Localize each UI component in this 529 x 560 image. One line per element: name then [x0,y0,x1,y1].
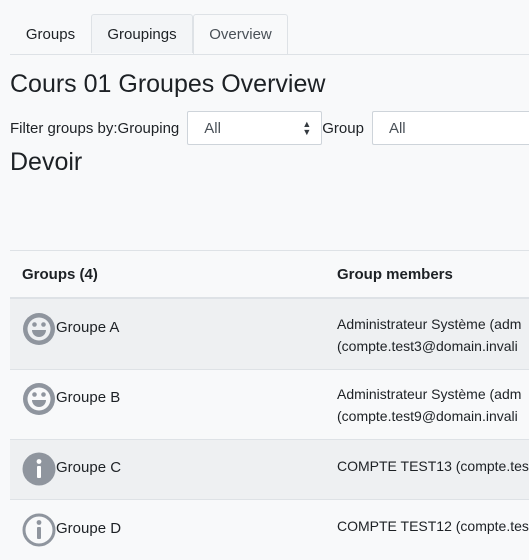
table-row: Groupe A Administrateur Système (adm (co… [10,299,529,370]
table-row: Groupe B Administrateur Système (adm (co… [10,370,529,440]
tab-overview-label: Overview [209,26,272,43]
header-groups: Groups (4) [22,265,98,283]
group-select-value: All [388,119,406,137]
group-name[interactable]: Groupe A [56,319,119,336]
grouping-select[interactable]: All ▲ ▼ [187,111,323,145]
page-title: Cours 01 Groupes Overview [10,70,326,98]
tab-groupings-label: Groupings [107,25,177,43]
member-line: (compte.test3@domain.invali [337,338,518,354]
member-line: (compte.test9@domain.invali [337,408,518,424]
section-title: Devoir [10,148,83,176]
grouping-select-value: All [204,119,221,137]
smiley-icon [23,383,55,415]
member-line: Administrateur Système (adm [337,386,522,402]
tab-groups[interactable]: Groups [10,14,91,53]
info-filled-icon [22,452,56,486]
group-name[interactable]: Groupe C [56,459,121,476]
select-arrows-icon: ▲ ▼ [302,119,312,137]
group-members: Administrateur Système (adm (compte.test… [337,313,529,357]
group-members: COMPTE TEST13 (compte.tes [337,455,529,477]
table-header: Groups (4) Group members [10,251,529,299]
tab-groups-label: Groups [25,25,76,43]
info-outline-icon [22,513,56,547]
group-select[interactable]: All [371,111,529,145]
member-line: COMPTE TEST13 (compte.tes [337,458,529,474]
tab-bar: Groups Groupings Overview [10,14,529,55]
header-members: Group members [337,265,453,283]
tab-overview[interactable]: Overview [193,14,288,54]
table-row: Groupe D COMPTE TEST12 (compte.tes [10,500,529,560]
member-line: Administrateur Système (adm [337,316,522,332]
tab-groupings[interactable]: Groupings [91,14,193,53]
filter-row: Filter groups by:Grouping All ▲ ▼ Group A… [10,110,529,146]
filter-group-label: Group [322,119,364,137]
groups-table: Groups (4) Group members Groupe A Admini… [10,250,529,560]
group-members: Administrateur Système (adm (compte.test… [337,383,529,427]
group-members: COMPTE TEST12 (compte.tes [337,515,529,537]
group-name[interactable]: Groupe D [56,520,121,537]
filter-grouping-label: Filter groups by:Grouping [10,119,180,137]
table-row: Groupe C COMPTE TEST13 (compte.tes [10,440,529,500]
member-line: COMPTE TEST12 (compte.tes [337,518,529,534]
smiley-icon [23,313,55,345]
group-name[interactable]: Groupe B [56,389,120,406]
